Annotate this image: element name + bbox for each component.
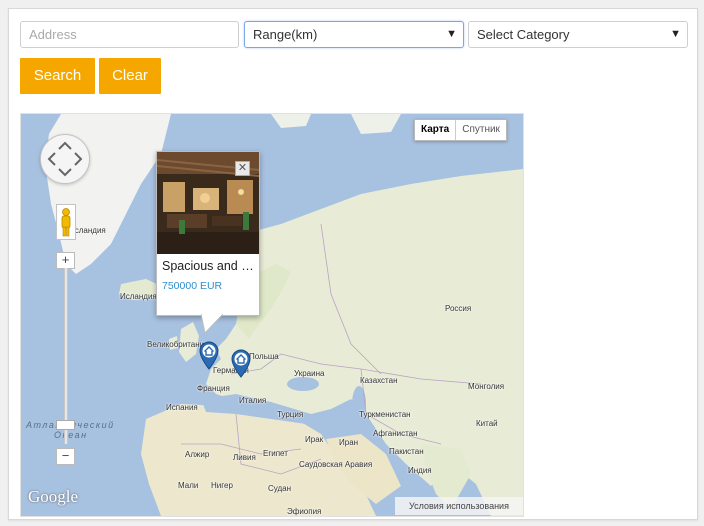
terms-of-use-link[interactable]: Условия использования: [395, 497, 523, 515]
map-label: Россия: [445, 304, 472, 313]
category-select[interactable]: Select Category ▼: [468, 21, 688, 48]
map-label: Мали: [178, 481, 199, 490]
search-button[interactable]: Search: [20, 58, 95, 94]
range-select-value: Range(km): [253, 27, 318, 42]
clear-button[interactable]: Clear: [99, 58, 161, 94]
dropdown-arrow-icon: ▼: [670, 28, 681, 40]
map-label: Монголия: [468, 382, 505, 391]
close-icon[interactable]: ✕: [235, 161, 250, 176]
address-field[interactable]: [20, 21, 239, 48]
property-price: 750000 EUR: [162, 280, 223, 292]
pan-control[interactable]: [40, 134, 90, 184]
map-label: Афганистан: [373, 429, 418, 438]
map-label: Украина: [294, 369, 325, 378]
map-label: Китай: [476, 419, 498, 428]
map-type-control: Карта Спутник: [414, 119, 507, 141]
zoom-in-button[interactable]: +: [56, 252, 75, 269]
map-label: Турция: [277, 410, 304, 419]
range-select[interactable]: Range(km) ▼: [244, 21, 464, 48]
home-pin-icon[interactable]: [230, 348, 252, 378]
map-label: Ливия: [233, 453, 256, 462]
street-view-pegman-icon[interactable]: [56, 204, 76, 240]
map-label: Туркменистан: [359, 410, 411, 419]
property-info-window: ✕ Spacious and Luxurious Villa 750000 EU…: [156, 151, 260, 316]
zoom-out-button[interactable]: −: [56, 448, 75, 465]
map-label: Пакистан: [389, 447, 424, 456]
map-label: Исландия: [120, 292, 157, 301]
map-label: Алжир: [185, 450, 210, 459]
search-panel: Range(km) ▼ Select Category ▼ Search Cle…: [8, 8, 698, 520]
zoom-slider-handle[interactable]: [56, 420, 75, 430]
map-label: Франция: [197, 384, 230, 393]
map-label: Эфиопия: [287, 507, 322, 516]
map-type-satellite-button[interactable]: Спутник: [456, 120, 506, 140]
map-label: Иран: [339, 438, 359, 447]
zoom-slider-track[interactable]: [64, 268, 68, 444]
map-label: Египет: [263, 449, 288, 458]
map-label: Казахстан: [360, 376, 398, 385]
map-label: Ирак: [305, 435, 324, 444]
category-select-value: Select Category: [477, 27, 570, 42]
map-label: Саудовская Аравия: [299, 460, 373, 469]
home-pin-icon[interactable]: [198, 340, 220, 370]
google-logo: Google: [28, 487, 79, 506]
map-label: Польша: [249, 352, 279, 361]
map-label: Индия: [408, 466, 432, 475]
dropdown-arrow-icon: ▼: [446, 28, 457, 40]
map-label: Нигер: [211, 481, 233, 490]
map-label: Италия: [239, 396, 267, 405]
map-type-map-button[interactable]: Карта: [415, 120, 457, 140]
map-label: Испания: [166, 403, 198, 412]
map-label: Судан: [268, 484, 292, 493]
address-input[interactable]: [29, 23, 230, 46]
pan-arrows-icon: [47, 141, 83, 177]
property-title[interactable]: Spacious and Luxurious Villa: [162, 259, 256, 273]
info-window-tail: [201, 314, 223, 334]
map-canvas[interactable]: Исландия Исландия Великобритания Германи…: [20, 113, 524, 517]
